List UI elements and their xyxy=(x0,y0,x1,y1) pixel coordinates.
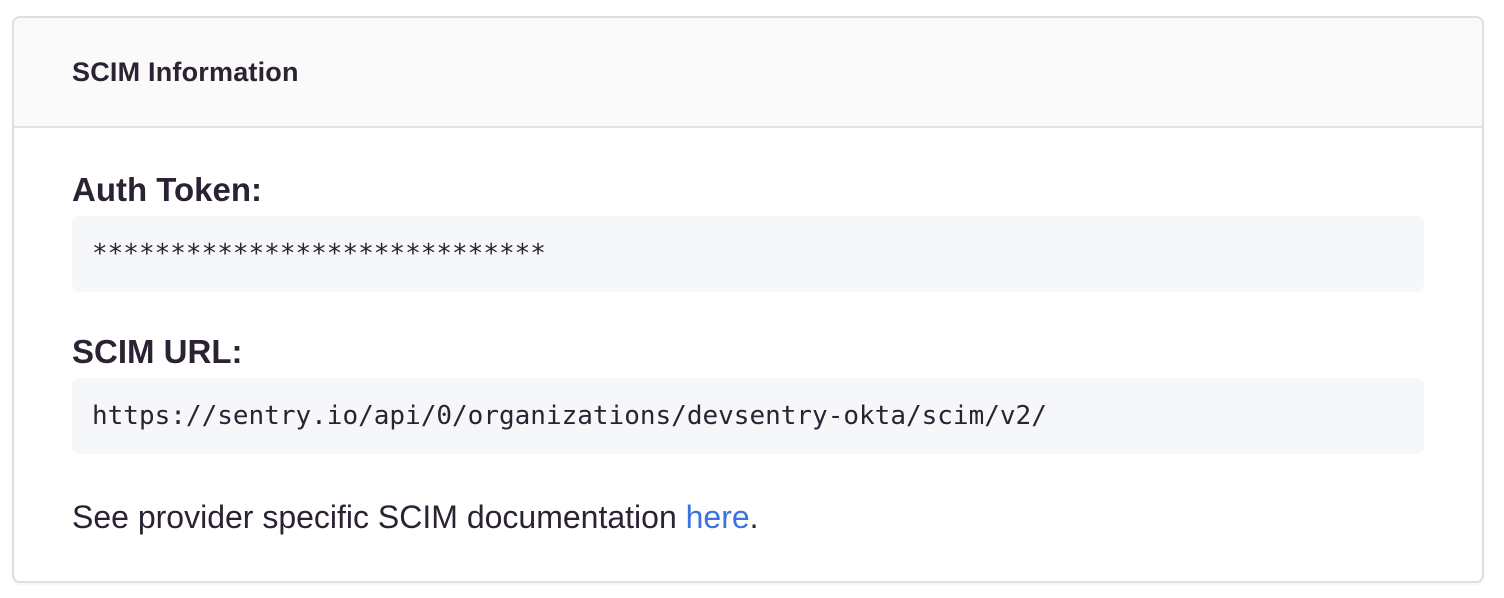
auth-token-label: Auth Token: xyxy=(72,170,1424,210)
documentation-link[interactable]: here xyxy=(686,499,750,535)
documentation-note-text: See provider specific SCIM documentation xyxy=(72,499,686,535)
auth-token-field: Auth Token: ****************************… xyxy=(72,170,1424,292)
scim-information-panel: SCIM Information Auth Token: ***********… xyxy=(12,16,1484,583)
panel-header: SCIM Information xyxy=(14,18,1482,128)
panel-body: Auth Token: ****************************… xyxy=(14,128,1482,583)
scim-url-label: SCIM URL: xyxy=(72,332,1424,372)
auth-token-value: ***************************** xyxy=(72,216,1424,292)
scim-url-field: SCIM URL: https://sentry.io/api/0/organi… xyxy=(72,332,1424,454)
panel-title: SCIM Information xyxy=(72,57,299,88)
scim-url-value: https://sentry.io/api/0/organizations/de… xyxy=(72,378,1424,454)
documentation-note: See provider specific SCIM documentation… xyxy=(72,497,1424,537)
documentation-note-period: . xyxy=(750,499,759,535)
